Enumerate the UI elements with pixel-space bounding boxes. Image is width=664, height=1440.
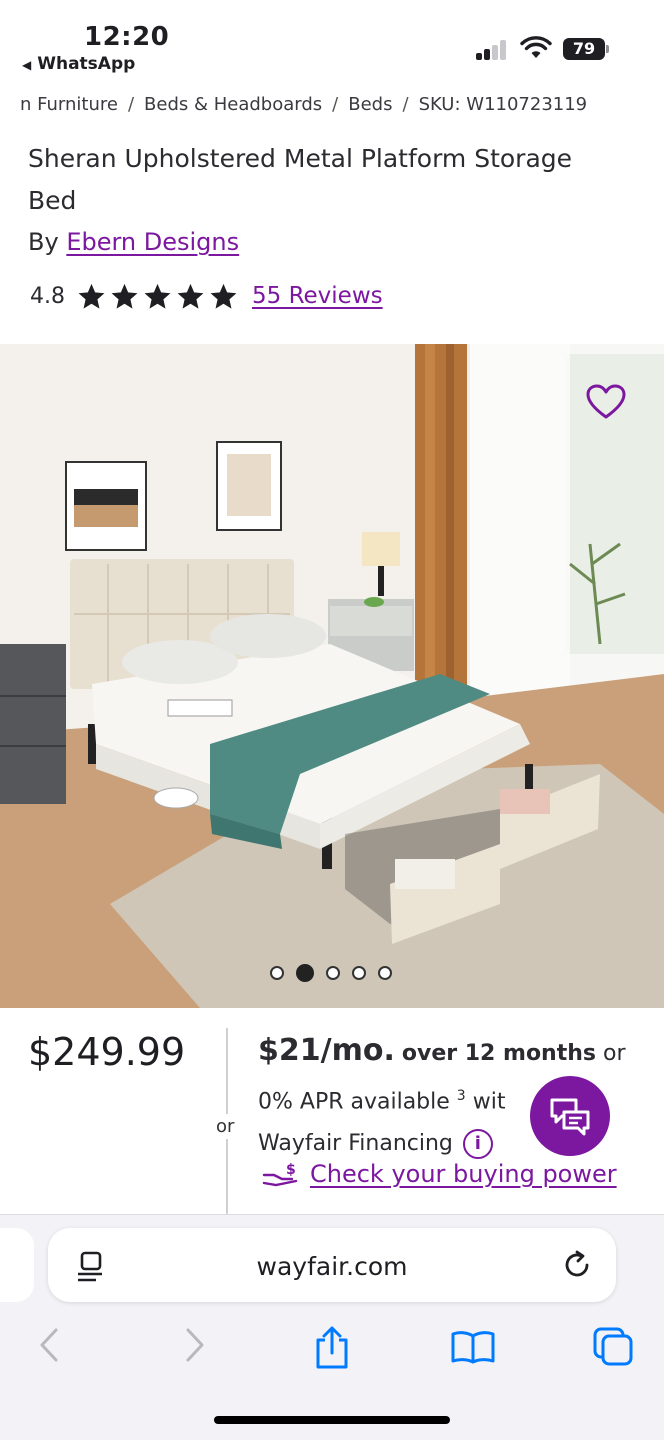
- breadcrumb-item[interactable]: Beds & Headboards: [144, 94, 322, 115]
- carousel-dot[interactable]: [296, 964, 314, 982]
- status-bar: 12:20 ◀ WhatsApp 79: [0, 0, 664, 96]
- breadcrumb: n Furniture / Beds & Headboards / Beds / SKU: …: [20, 94, 660, 124]
- rating-value: 4.8: [30, 283, 65, 309]
- reviews-link[interactable]: 55 Reviews: [252, 283, 383, 309]
- carousel-dot[interactable]: [326, 966, 340, 980]
- reload-icon[interactable]: [562, 1250, 592, 1280]
- chat-button[interactable]: [530, 1076, 610, 1156]
- back-app-label: WhatsApp: [37, 54, 136, 74]
- star-icon: [177, 283, 204, 309]
- battery-icon: 79: [563, 38, 605, 60]
- apr-text: 0% APR available: [258, 1089, 450, 1115]
- breadcrumb-separator: /: [402, 94, 409, 115]
- bedroom-photo: [0, 344, 664, 1008]
- breadcrumb-sku: SKU: W110723119: [418, 94, 588, 115]
- financing-or: or: [603, 1041, 626, 1066]
- brand-line: By Ebern Designs: [28, 228, 239, 256]
- rating-row: 4.8 55 Reviews: [30, 276, 383, 316]
- chat-icon: [550, 1098, 590, 1136]
- star-icon: [144, 283, 171, 309]
- bookmarks-icon[interactable]: [450, 1330, 496, 1364]
- address-bar[interactable]: wayfair.com: [48, 1228, 616, 1302]
- carousel-dot[interactable]: [352, 966, 366, 980]
- signal-icon: [476, 40, 510, 60]
- breadcrumb-separator: /: [332, 94, 339, 115]
- carousel-dot[interactable]: [270, 966, 284, 980]
- info-icon[interactable]: i: [462, 1129, 493, 1160]
- hand-money-icon: $: [262, 1162, 298, 1187]
- heart-icon[interactable]: [586, 384, 626, 420]
- footnote-marker: 3: [456, 1088, 466, 1104]
- tabs-icon[interactable]: [592, 1326, 634, 1366]
- home-indicator: [214, 1416, 450, 1424]
- star-icon: [210, 283, 237, 309]
- breadcrumb-item[interactable]: n Furniture: [20, 94, 118, 115]
- back-to-app-link[interactable]: ◀ WhatsApp: [22, 54, 135, 74]
- with-text: wit: [472, 1089, 506, 1115]
- nav-back-icon[interactable]: [36, 1326, 64, 1364]
- brand-link[interactable]: Ebern Designs: [66, 228, 239, 256]
- monthly-price: $21/mo.: [258, 1033, 395, 1068]
- url-text: wayfair.com: [256, 1252, 408, 1281]
- brand-prefix: By: [28, 228, 59, 256]
- carousel-dot[interactable]: [378, 966, 392, 980]
- carousel-dots: [270, 964, 392, 982]
- rating-stars: [77, 282, 238, 311]
- buying-power-label: Check your buying power: [310, 1160, 617, 1188]
- share-icon[interactable]: [312, 1326, 352, 1370]
- product-title: Sheran Upholstered Metal Platform Storag…: [28, 144, 573, 215]
- product-price: $249.99: [28, 1030, 186, 1074]
- star-icon: [111, 283, 138, 309]
- financing-provider: Wayfair Financing: [258, 1131, 453, 1157]
- star-icon: [78, 283, 105, 309]
- svg-text:$: $: [286, 1162, 296, 1178]
- breadcrumb-separator: /: [127, 94, 135, 115]
- product-image[interactable]: [0, 344, 664, 1008]
- status-time: 12:20: [84, 22, 170, 52]
- back-arrow-icon: ◀: [22, 58, 32, 72]
- financing-term: over 12 months: [401, 1041, 596, 1066]
- battery-tip: [606, 45, 609, 53]
- previous-tab-peek[interactable]: [0, 1228, 34, 1302]
- wifi-icon: [520, 36, 552, 58]
- breadcrumb-item[interactable]: Beds: [348, 94, 392, 115]
- or-label: or: [216, 1114, 235, 1139]
- buying-power-link[interactable]: $ Check your buying power: [262, 1160, 617, 1188]
- nav-forward-icon[interactable]: [180, 1326, 208, 1364]
